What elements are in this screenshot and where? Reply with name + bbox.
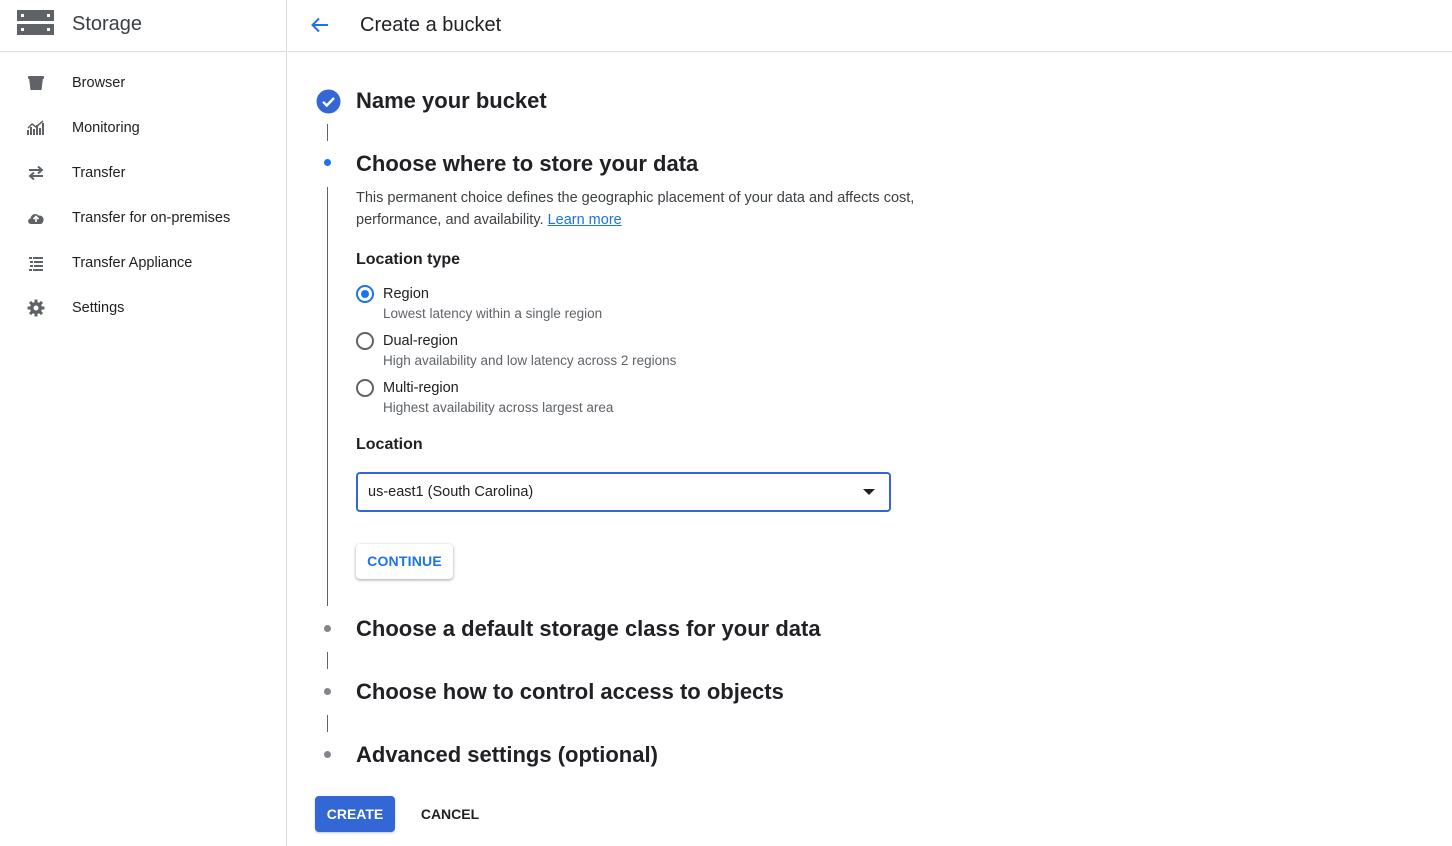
step-connector <box>327 187 328 606</box>
location-label: Location <box>356 436 423 453</box>
step-connector <box>327 715 328 732</box>
sidebar-header: Storage <box>0 0 287 52</box>
description-text: This permanent choice defines the geogra… <box>356 190 915 228</box>
list-icon <box>29 257 43 271</box>
app-window: Storage Browser Monitoring Transfer Tran… <box>0 0 1452 846</box>
step-connector <box>327 652 328 669</box>
step-description: This permanent choice defines the geogra… <box>356 187 916 231</box>
monitoring-chart-icon <box>27 120 44 135</box>
sidebar-item-label: Transfer <box>72 165 126 181</box>
location-type-label: Location type <box>356 251 461 268</box>
radio-button-checked[interactable] <box>356 285 374 303</box>
step-title-storage-class[interactable]: Choose a default storage class for your … <box>356 615 821 643</box>
sidebar-item-browser[interactable]: Browser <box>0 60 287 105</box>
radio-description: High availability and low latency across… <box>383 353 677 368</box>
step-dot-active <box>324 159 331 166</box>
sidebar-item-transfer[interactable]: Transfer <box>0 150 287 195</box>
radio-multi-region[interactable]: Multi-region Highest availability across… <box>356 378 856 422</box>
storage-icon <box>17 10 54 35</box>
step-title-advanced-settings[interactable]: Advanced settings (optional) <box>356 741 658 769</box>
product-title: Storage <box>72 13 143 35</box>
radio-label: Dual-region <box>383 333 458 349</box>
sidebar-item-label: Transfer for on-premises <box>72 210 231 226</box>
transfer-arrows-icon <box>28 165 44 181</box>
radio-label: Multi-region <box>383 380 459 396</box>
sidebar-item-transfer-appliance[interactable]: Transfer Appliance <box>0 240 287 285</box>
radio-dual-region[interactable]: Dual-region High availability and low la… <box>356 331 856 375</box>
radio-description: Highest availability across largest area <box>383 400 614 415</box>
sidebar-item-label: Monitoring <box>72 120 140 136</box>
sidebar-nav: Browser Monitoring Transfer Transfer for… <box>0 60 287 330</box>
bucket-icon <box>28 76 44 90</box>
step-title-name-bucket[interactable]: Name your bucket <box>356 87 547 115</box>
sidebar-item-transfer-on-premises[interactable]: Transfer for on-premises <box>0 195 287 240</box>
step-title-location[interactable]: Choose where to store your data <box>356 150 698 178</box>
sidebar: Storage Browser Monitoring Transfer Tran… <box>0 0 287 846</box>
learn-more-link[interactable]: Learn more <box>548 212 622 228</box>
create-button[interactable]: CREATE <box>315 796 395 832</box>
step-title-access-control[interactable]: Choose how to control access to objects <box>356 678 784 706</box>
radio-description: Lowest latency within a single region <box>383 306 603 321</box>
radio-label: Region <box>383 286 429 302</box>
check-circle-icon <box>316 89 341 114</box>
radio-region[interactable]: Region Lowest latency within a single re… <box>356 284 856 328</box>
step-dot <box>324 688 331 695</box>
sidebar-item-label: Transfer Appliance <box>72 255 193 271</box>
cancel-button[interactable]: CANCEL <box>410 796 490 832</box>
location-select-value: us-east1 (South Carolina) <box>368 484 534 500</box>
sidebar-item-monitoring[interactable]: Monitoring <box>0 105 287 150</box>
create-bucket-stepper: Name your bucket Choose where to store y… <box>288 52 1452 846</box>
radio-button[interactable] <box>356 332 374 350</box>
page-header: Create a bucket <box>288 0 1452 52</box>
arrow-back-icon[interactable] <box>308 13 332 37</box>
radio-button[interactable] <box>356 379 374 397</box>
location-select[interactable]: us-east1 (South Carolina) <box>356 472 891 512</box>
step-dot <box>324 625 331 632</box>
dropdown-arrow-icon <box>863 489 875 495</box>
continue-button[interactable]: CONTINUE <box>356 544 453 579</box>
sidebar-item-label: Browser <box>72 75 126 91</box>
sidebar-item-settings[interactable]: Settings <box>0 285 287 330</box>
page-title: Create a bucket <box>360 14 502 36</box>
gear-icon <box>27 299 45 317</box>
step-connector <box>327 124 328 141</box>
cloud-upload-icon <box>28 213 44 224</box>
step-dot <box>324 751 331 758</box>
sidebar-item-label: Settings <box>72 300 125 316</box>
